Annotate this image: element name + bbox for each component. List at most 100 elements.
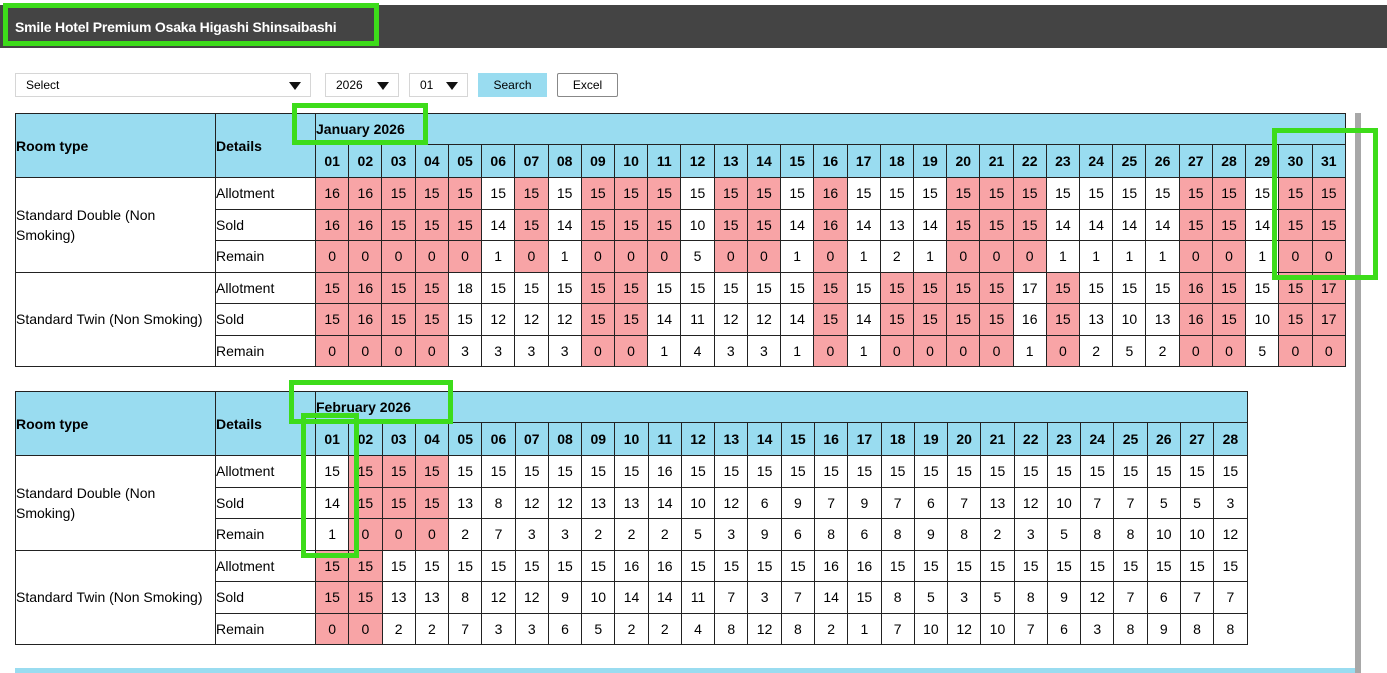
allotment-cell[interactable]: 15 [979,177,1014,210]
sold-cell[interactable]: 14 [780,208,815,241]
remain-cell[interactable]: 0 [348,518,383,551]
remain-cell[interactable]: 8 [947,518,982,551]
sold-cell[interactable]: 15 [381,486,416,519]
allotment-cell[interactable]: 15 [381,455,416,488]
remain-cell[interactable]: 2 [614,612,649,645]
remain-cell[interactable]: 7 [448,612,483,645]
remain-cell[interactable]: 0 [1311,334,1346,367]
remain-cell[interactable]: 4 [680,334,715,367]
allotment-cell[interactable]: 16 [813,549,849,582]
sold-cell[interactable]: 15 [847,581,882,614]
remain-cell[interactable]: 1 [780,240,815,273]
sold-cell[interactable]: 13 [614,486,649,519]
sold-cell[interactable]: 15 [1211,303,1247,336]
allotment-cell[interactable]: 15 [547,455,583,488]
sold-cell[interactable]: 15 [647,208,682,241]
allotment-cell[interactable]: 15 [348,549,383,582]
allotment-cell[interactable]: 15 [580,271,615,304]
sold-cell[interactable]: 15 [314,581,350,614]
remain-cell[interactable]: 0 [912,334,948,367]
remain-cell[interactable]: 5 [1112,334,1147,367]
sold-cell[interactable]: 15 [1045,303,1081,336]
sold-cell[interactable]: 15 [1311,208,1346,241]
sold-cell[interactable]: 14 [1245,208,1280,241]
allotment-cell[interactable]: 15 [1179,549,1215,582]
sold-cell[interactable]: 7 [780,581,815,614]
remain-cell[interactable]: 1 [1112,240,1147,273]
remain-cell[interactable]: 0 [879,334,914,367]
allotment-cell[interactable]: 15 [912,271,948,304]
sold-cell[interactable]: 16 [813,208,848,241]
allotment-cell[interactable]: 15 [1045,271,1081,304]
sold-cell[interactable]: 14 [1145,208,1180,241]
sold-cell[interactable]: 7 [1113,486,1148,519]
remain-cell[interactable]: 0 [813,240,848,273]
sold-cell[interactable]: 9 [847,486,882,519]
allotment-cell[interactable]: 16 [847,549,882,582]
sold-cell[interactable]: 6 [913,486,949,519]
remain-cell[interactable]: 1 [1045,240,1081,273]
sold-cell[interactable]: 15 [514,208,549,241]
sold-cell[interactable]: 7 [1080,486,1115,519]
allotment-cell[interactable]: 15 [713,271,748,304]
allotment-cell[interactable]: 15 [1278,271,1313,304]
allotment-cell[interactable]: 15 [1245,177,1280,210]
excel-export-button[interactable]: Excel [557,73,618,97]
sold-cell[interactable]: 10 [1046,486,1082,519]
remain-cell[interactable]: 0 [713,240,748,273]
remain-cell[interactable]: 8 [714,612,749,645]
allotment-cell[interactable]: 15 [1211,177,1247,210]
allotment-cell[interactable]: 15 [1213,455,1248,488]
allotment-cell[interactable]: 15 [846,177,881,210]
allotment-cell[interactable]: 15 [448,549,483,582]
remain-cell[interactable]: 1 [846,240,881,273]
allotment-cell[interactable]: 15 [314,271,350,304]
allotment-cell[interactable]: 15 [1079,271,1114,304]
allotment-cell[interactable]: 15 [1080,549,1115,582]
remain-cell[interactable]: 2 [879,240,914,273]
sold-cell[interactable]: 12 [514,486,549,519]
sold-cell[interactable]: 6 [747,486,782,519]
allotment-cell[interactable]: 17 [1311,271,1346,304]
sold-cell[interactable]: 16 [348,303,383,336]
sold-cell[interactable]: 16 [1012,303,1047,336]
sold-cell[interactable]: 14 [1079,208,1114,241]
allotment-cell[interactable]: 15 [481,549,516,582]
remain-cell[interactable]: 0 [647,240,682,273]
sold-cell[interactable]: 7 [1179,581,1215,614]
sold-cell[interactable]: 12 [714,486,749,519]
allotment-cell[interactable]: 15 [547,177,582,210]
allotment-cell[interactable]: 15 [1278,177,1313,210]
allotment-cell[interactable]: 15 [913,549,949,582]
allotment-cell[interactable]: 15 [481,177,516,210]
sold-cell[interactable]: 10 [581,581,616,614]
remain-cell[interactable]: 5 [581,612,616,645]
remain-cell[interactable]: 4 [680,612,716,645]
remain-cell[interactable]: 2 [813,612,849,645]
allotment-cell[interactable]: 15 [613,177,649,210]
sold-cell[interactable]: 16 [314,208,350,241]
remain-cell[interactable]: 6 [847,518,882,551]
remain-cell[interactable]: 0 [979,240,1014,273]
sold-cell[interactable]: 16 [1178,303,1213,336]
allotment-cell[interactable]: 15 [780,271,815,304]
search-button[interactable]: Search [478,73,547,97]
sold-cell[interactable]: 15 [979,208,1014,241]
remain-cell[interactable]: 0 [1311,240,1346,273]
sold-cell[interactable]: 15 [447,303,483,336]
remain-cell[interactable]: 2 [647,612,682,645]
remain-cell[interactable]: 1 [647,334,682,367]
allotment-cell[interactable]: 15 [1311,177,1346,210]
sold-cell[interactable]: 15 [414,303,449,336]
sold-cell[interactable]: 14 [614,581,649,614]
sold-cell[interactable]: 12 [713,303,748,336]
remain-cell[interactable]: 0 [946,240,981,273]
sold-cell[interactable]: 14 [481,208,516,241]
remain-cell[interactable]: 6 [780,518,815,551]
allotment-cell[interactable]: 15 [879,271,914,304]
sold-cell[interactable]: 17 [1311,303,1346,336]
sold-cell[interactable]: 15 [912,303,948,336]
sold-cell[interactable]: 15 [1278,303,1313,336]
room-type-select[interactable]: Select [15,73,311,97]
allotment-cell[interactable]: 16 [813,177,848,210]
